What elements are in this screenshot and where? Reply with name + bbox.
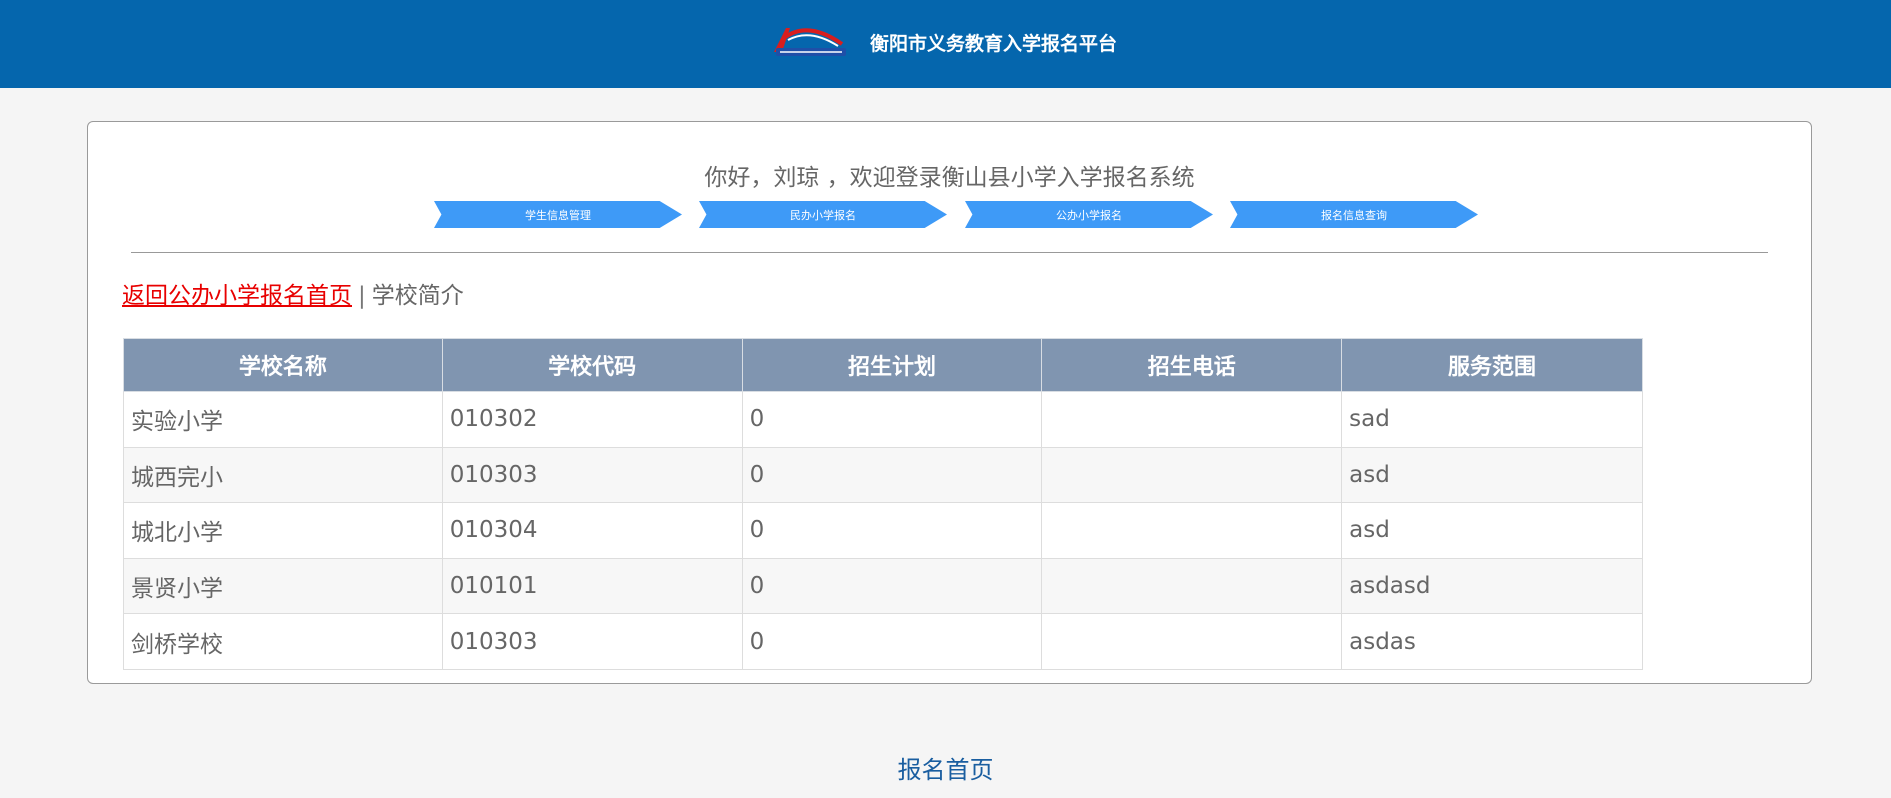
- table-row: 城西完小 010303 0 asd: [123, 446, 1643, 504]
- cell-enrollment-phone: [1041, 613, 1343, 670]
- welcome-message: 你好，刘琼 ，欢迎登录衡山县小学入学报名系统: [704, 165, 1195, 191]
- cell-enrollment-plan: 0: [741, 613, 1043, 670]
- breadcrumb-current: 学校简介: [371, 283, 464, 309]
- cell-service-area: asdasd: [1341, 557, 1643, 615]
- cell-school-code: 010303: [441, 613, 743, 670]
- column-header-enrollment-plan: 招生计划: [741, 338, 1043, 392]
- cell-school-name: 剑桥学校: [123, 613, 443, 670]
- table-row: 剑桥学校 010303 0 asdas: [123, 613, 1643, 670]
- table-row: 景贤小学 010101 0 asdasd: [123, 557, 1643, 615]
- cell-school-code: 010302: [441, 391, 743, 448]
- platform-logo-icon: [774, 28, 846, 56]
- top-header: 衡阳市义务教育入学报名平台: [0, 0, 1891, 88]
- column-header-school-code: 学校代码: [441, 338, 743, 392]
- platform-title: 衡阳市义务教育入学报名平台: [870, 32, 1118, 55]
- nav-registration-query[interactable]: 报名信息查询: [1230, 201, 1478, 228]
- nav-student-info[interactable]: 学生信息管理: [434, 201, 682, 228]
- cell-enrollment-phone: [1041, 446, 1343, 504]
- column-header-school-name: 学校名称: [123, 338, 443, 392]
- cell-enrollment-phone: [1041, 391, 1343, 448]
- cell-enrollment-plan: 0: [741, 557, 1043, 615]
- cell-enrollment-phone: [1041, 557, 1343, 615]
- divider: [131, 252, 1768, 253]
- column-header-service-area: 服务范围: [1341, 338, 1643, 392]
- table-row: 城北小学 010304 0 asd: [123, 502, 1643, 559]
- table-row: 实验小学 010302 0 sad: [123, 391, 1643, 448]
- cell-school-name: 城北小学: [123, 502, 443, 559]
- nav-public-school-registration[interactable]: 公办小学报名: [965, 201, 1213, 228]
- cell-school-code: 010303: [441, 446, 743, 504]
- registration-home-link[interactable]: 报名首页: [0, 750, 1891, 785]
- cell-enrollment-plan: 0: [741, 391, 1043, 448]
- back-to-public-registration-link[interactable]: 返回公办小学报名首页: [122, 283, 352, 309]
- main-panel: 你好，刘琼 ，欢迎登录衡山县小学入学报名系统 学生信息管理 民办小学报名 公办小…: [87, 121, 1812, 684]
- cell-service-area: asd: [1341, 502, 1643, 559]
- cell-service-area: asd: [1341, 446, 1643, 504]
- cell-school-code: 010101: [441, 557, 743, 615]
- cell-enrollment-plan: 0: [741, 502, 1043, 559]
- cell-enrollment-phone: [1041, 502, 1343, 559]
- cell-service-area: asdas: [1341, 613, 1643, 670]
- cell-school-name: 城西完小: [123, 446, 443, 504]
- cell-school-name: 景贤小学: [123, 557, 443, 615]
- column-header-enrollment-phone: 招生电话: [1041, 338, 1343, 392]
- cell-school-name: 实验小学: [123, 391, 443, 448]
- cell-enrollment-plan: 0: [741, 446, 1043, 504]
- cell-school-code: 010304: [441, 502, 743, 559]
- brand: 衡阳市义务教育入学报名平台: [768, 22, 1117, 62]
- breadcrumb-separator: |: [358, 283, 366, 309]
- cell-service-area: sad: [1341, 391, 1643, 448]
- school-table: 学校名称 学校代码 招生计划 招生电话 服务范围 实验小学 010302 0 s…: [123, 338, 1643, 670]
- table-header-row: 学校名称 学校代码 招生计划 招生电话 服务范围: [123, 338, 1643, 392]
- nav-private-school-registration[interactable]: 民办小学报名: [699, 201, 947, 228]
- breadcrumb: 返回公办小学报名首页 | 学校简介: [122, 276, 464, 310]
